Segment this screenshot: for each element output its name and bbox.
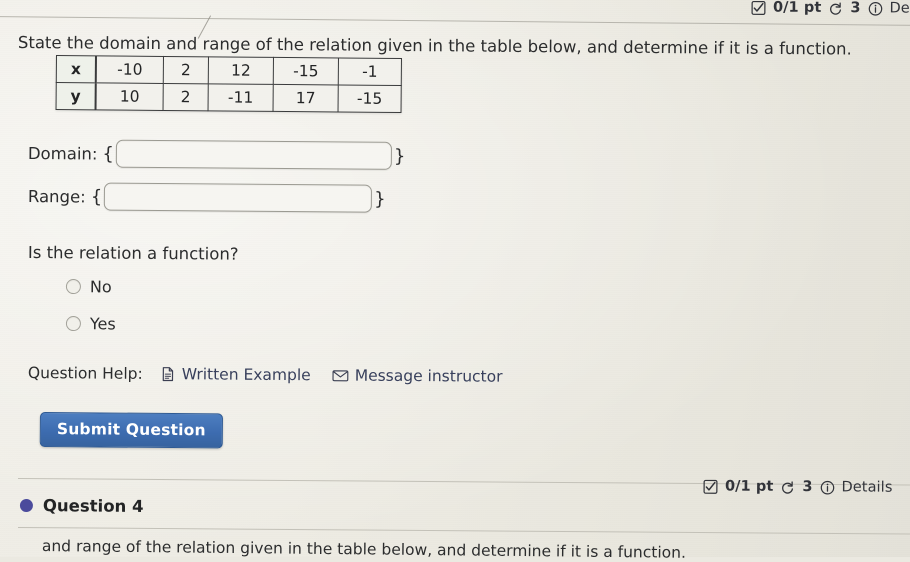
table-cell: 17 xyxy=(273,84,339,112)
section-divider-bottom xyxy=(17,527,910,535)
question-status-bar-top: 0/1 pt 3 Det xyxy=(751,0,910,17)
table-row: x -10 2 12 -15 -1 xyxy=(56,55,402,86)
next-question-header: Question 4 xyxy=(19,496,144,516)
range-field-row: Range: { } xyxy=(28,182,388,213)
message-instructor-link[interactable]: Message instructor xyxy=(332,366,503,386)
radio-icon[interactable] xyxy=(65,315,81,332)
info-icon[interactable] xyxy=(868,1,883,16)
domain-label: Domain: xyxy=(27,143,98,164)
table-cell: 12 xyxy=(208,56,274,85)
question-panel: 0/1 pt 3 Det State the domain and range … xyxy=(0,0,910,562)
checkbox-icon xyxy=(702,479,718,494)
range-open-brace: { xyxy=(90,185,103,208)
relation-table: x -10 2 12 -15 -1 y 10 2 -11 17 -15 xyxy=(55,55,402,114)
row-variable: x xyxy=(56,55,96,83)
radio-label-yes: Yes xyxy=(89,314,116,334)
question-help-label: Question Help: xyxy=(27,364,143,383)
table-cell: -11 xyxy=(208,83,274,112)
envelope-icon xyxy=(332,367,349,383)
table-cell: -15 xyxy=(273,57,339,85)
table-cell: -10 xyxy=(95,55,164,84)
table-row: y 10 2 -11 17 -15 xyxy=(56,82,402,113)
retry-icon xyxy=(780,479,795,494)
table-cell: 2 xyxy=(163,56,209,84)
range-input[interactable] xyxy=(104,182,373,213)
range-close-brace: } xyxy=(374,188,386,210)
attempts-label: 3 xyxy=(801,479,813,496)
next-question-prompt: and range of the relation given in the t… xyxy=(41,537,687,562)
domain-field-row: Domain: { } xyxy=(28,139,408,170)
table-cell: 2 xyxy=(163,83,209,111)
relation-table-wrapper: x -10 2 12 -15 -1 y 10 2 -11 17 -15 xyxy=(55,55,402,114)
question-status-bar-bottom: 0/1 pt 3 Details xyxy=(702,478,892,496)
written-example-link[interactable]: Written Example xyxy=(160,365,311,384)
domain-close-brace: } xyxy=(393,145,406,167)
message-instructor-label: Message instructor xyxy=(354,366,503,386)
radio-icon[interactable] xyxy=(65,278,81,295)
question-status-dot xyxy=(19,498,33,513)
attempts-label: 3 xyxy=(850,0,861,17)
written-example-label: Written Example xyxy=(181,365,311,385)
function-question-prompt: Is the relation a function? xyxy=(27,243,239,264)
radio-option-no[interactable]: No xyxy=(65,277,112,297)
checkbox-icon xyxy=(751,0,766,15)
domain-open-brace: { xyxy=(102,143,115,165)
details-link-top[interactable]: Det xyxy=(890,0,910,16)
info-icon[interactable] xyxy=(819,480,834,495)
submit-question-button[interactable]: Submit Question xyxy=(39,412,223,449)
table-cell: 10 xyxy=(95,82,164,111)
next-question-title: Question 4 xyxy=(42,496,144,516)
document-icon xyxy=(160,366,176,382)
range-label: Range: xyxy=(27,186,86,206)
details-link-bottom[interactable]: Details xyxy=(841,479,892,495)
row-variable: y xyxy=(56,82,96,110)
domain-input[interactable] xyxy=(115,139,393,170)
retry-icon xyxy=(829,0,844,15)
radio-option-yes[interactable]: Yes xyxy=(65,314,116,334)
top-divider xyxy=(0,15,910,39)
table-cell: -15 xyxy=(338,84,402,113)
points-label: 0/1 pt xyxy=(773,0,822,16)
points-label: 0/1 pt xyxy=(724,478,773,495)
question-help-row: Question Help: Written Example Message i… xyxy=(28,364,503,386)
table-cell: -1 xyxy=(338,57,402,86)
radio-label-no: No xyxy=(89,277,112,297)
